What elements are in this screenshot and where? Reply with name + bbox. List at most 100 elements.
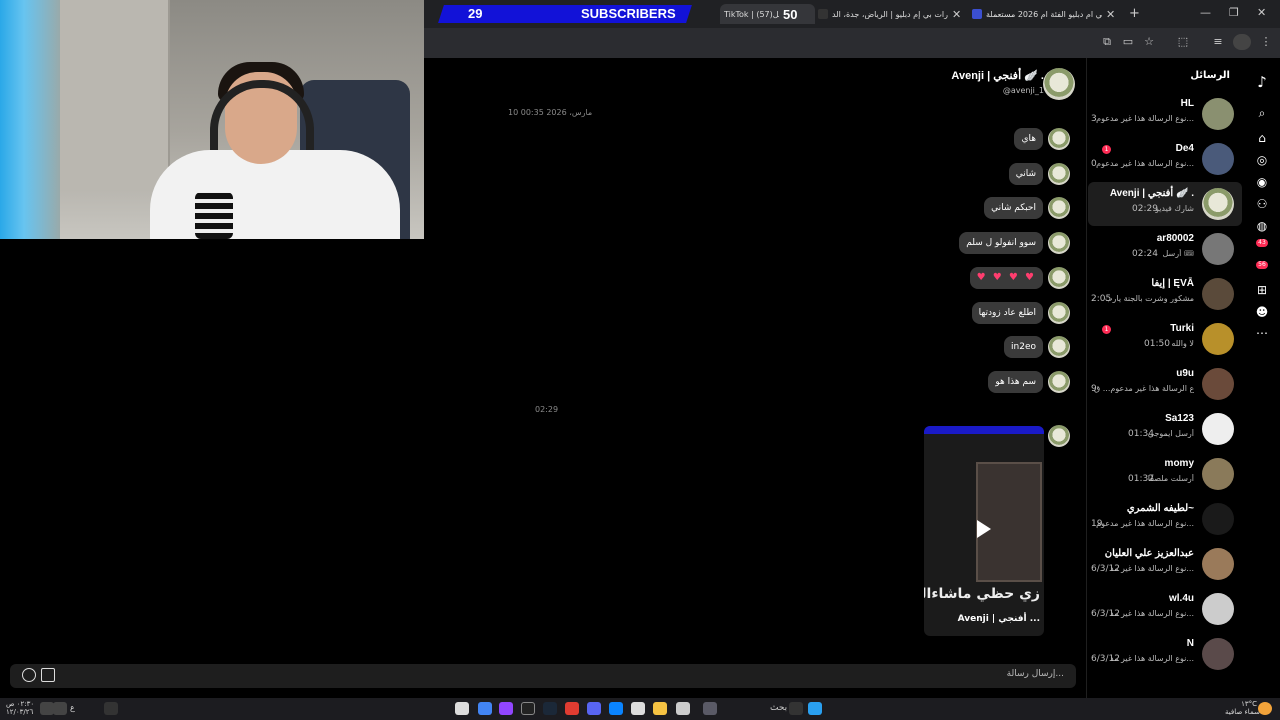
taskbar-app-icon[interactable] bbox=[565, 702, 579, 715]
taskbar-search[interactable]: بحث bbox=[770, 703, 787, 713]
conversation-preview: لا والله bbox=[1171, 339, 1194, 348]
maximize-button[interactable]: ❐ bbox=[1229, 6, 1239, 19]
conversation-item[interactable]: N نوع الرسالة هذا غير مد... 6/3/12 bbox=[1088, 632, 1242, 676]
taskbar-app-icon[interactable] bbox=[676, 702, 690, 715]
search-icon[interactable] bbox=[789, 702, 803, 715]
conversation-item[interactable]: HL نوع الرسالة هذا غير مدعوم... 3 bbox=[1088, 92, 1242, 136]
profile-icon[interactable]: ☻ bbox=[1254, 304, 1270, 320]
message-avatar[interactable] bbox=[1048, 197, 1070, 219]
conversation-time: 6/3/12 bbox=[1091, 564, 1120, 574]
reading-list-icon[interactable]: ≡ bbox=[1211, 35, 1225, 49]
bookmark-star-icon[interactable]: ☆ bbox=[1142, 35, 1156, 49]
discord-icon[interactable] bbox=[587, 702, 601, 715]
conversation-preview: أرسلت ملصقًا bbox=[1147, 474, 1194, 483]
chat-timestamp: 02:29 bbox=[535, 405, 559, 414]
conversation-avatar bbox=[1202, 413, 1234, 445]
conversation-item[interactable]: Sa123 أرسل ايموجي 01:34 bbox=[1088, 407, 1242, 451]
close-window-button[interactable]: ✕ bbox=[1257, 6, 1266, 19]
message-bubble[interactable]: سوو انفولو ل سلم bbox=[959, 232, 1043, 254]
shared-video-card[interactable]: زي حظي ماشاءالله Avenji | أفنجي ... bbox=[924, 426, 1044, 636]
message-bubble-hearts[interactable]: ♥ ♥ ♥ ♥ bbox=[969, 267, 1043, 289]
menu-kebab-icon[interactable]: ⋮ bbox=[1259, 35, 1273, 49]
tab-bmw-used[interactable]: سيارات بي ام دبليو الفئة ام 2026 مستعملة… bbox=[972, 4, 1117, 24]
conversation-item[interactable]: عبدالعزيز علي العليان نوع الرسالة هذا غي… bbox=[1088, 542, 1242, 586]
conversation-item[interactable]: wl.4u نوع الرسالة هذا غير مد... 6/3/12 bbox=[1088, 587, 1242, 631]
friends-icon[interactable]: ⚇ bbox=[1254, 196, 1270, 212]
conversation-item[interactable]: لطيفه الشمري~ نوع الرسالة هذا غير مدعوم.… bbox=[1088, 497, 1242, 541]
conversation-preview: مشكور وشرت بالجنة يارب bbox=[1104, 294, 1194, 303]
message-bubble[interactable]: احبكم شاني bbox=[984, 197, 1043, 219]
windows-start-icon[interactable] bbox=[808, 702, 822, 715]
conversation-time: 02:29 bbox=[1132, 204, 1158, 214]
conversation-name: HL bbox=[1180, 98, 1194, 109]
image-upload-icon[interactable] bbox=[41, 668, 55, 682]
network-icon[interactable] bbox=[53, 702, 67, 715]
taskbar-clock[interactable]: ٠٢:٣٠ ص ١٢/٠٣/٢٦ bbox=[6, 700, 34, 716]
conversation-name: Sa123 bbox=[1165, 413, 1194, 424]
extensions-icon[interactable]: ⬚ bbox=[1176, 35, 1190, 49]
following-icon[interactable]: ◉ bbox=[1254, 174, 1270, 190]
live-icon[interactable]: ◍ bbox=[1254, 218, 1270, 234]
weather-widget[interactable]: ١٣°C سماء صافية bbox=[1225, 700, 1260, 716]
profile-avatar[interactable] bbox=[1233, 34, 1251, 50]
message-avatar[interactable] bbox=[1048, 163, 1070, 185]
conversation-preview: نوع الرسالة هذا غير مد... bbox=[1109, 564, 1194, 573]
taskbar-app-icon[interactable] bbox=[499, 702, 513, 715]
conversation-item-active[interactable]: Avenji | أفنجي 🪽 . شارك فيديو 02:29 bbox=[1088, 182, 1242, 226]
minimize-button[interactable]: — bbox=[1200, 6, 1211, 19]
chevron-up-icon[interactable] bbox=[104, 702, 118, 715]
conversation-preview: شارك فيديو bbox=[1155, 204, 1194, 213]
new-tab-button[interactable]: + bbox=[1129, 6, 1140, 21]
explore-icon[interactable]: ◎ bbox=[1254, 152, 1270, 168]
upload-icon[interactable]: ⊞ bbox=[1254, 282, 1270, 298]
emoji-icon[interactable] bbox=[22, 668, 36, 682]
subscriber-label: SUBSCRIBERS bbox=[581, 6, 676, 21]
tiktok-logo-icon[interactable]: ♪ bbox=[1254, 74, 1270, 90]
message-avatar[interactable] bbox=[1048, 425, 1070, 447]
steam-icon[interactable] bbox=[543, 702, 557, 715]
message-avatar[interactable] bbox=[1048, 232, 1070, 254]
message-bubble[interactable]: سم هذا هو bbox=[988, 371, 1043, 393]
chrome-icon[interactable] bbox=[478, 702, 492, 715]
conversation-item[interactable]: De4 نوع الرسالة هذا غير مدعوم... 0 1 bbox=[1088, 137, 1242, 181]
install-app-icon[interactable]: ▭ bbox=[1121, 35, 1135, 49]
taskbar-app-icon[interactable] bbox=[455, 702, 469, 715]
message-bubble[interactable]: اطلع عاد زودتها bbox=[971, 302, 1043, 324]
home-icon[interactable]: ⌂ bbox=[1254, 130, 1270, 146]
speaker-icon[interactable] bbox=[40, 702, 54, 715]
file-explorer-icon[interactable] bbox=[653, 702, 667, 715]
conversation-item[interactable]: ar80002 أرسل 🎟 02:24 bbox=[1088, 227, 1242, 271]
contact-name: Avenji | أفنجي 🪽 . bbox=[951, 70, 1044, 82]
translate-icon[interactable]: ⧉ bbox=[1100, 35, 1114, 49]
conversation-item[interactable]: u9u نوع الرسالة هذا غير مدعوم... ق 9 bbox=[1088, 362, 1242, 406]
conversation-preview: نوع الرسالة هذا غير مد... bbox=[1109, 654, 1194, 663]
conversation-item[interactable]: momy أرسلت ملصقًا 01:32 bbox=[1088, 452, 1242, 496]
store-icon[interactable] bbox=[631, 702, 645, 715]
play-icon[interactable] bbox=[977, 520, 991, 538]
message-avatar[interactable] bbox=[1048, 267, 1070, 289]
video-caption: زي حظي ماشاءالله bbox=[924, 586, 1040, 602]
edge-icon[interactable] bbox=[609, 702, 623, 715]
close-tab-icon[interactable]: ✕ bbox=[1106, 8, 1115, 21]
conversation-item[interactable]: Turki لا والله 01:50 1 bbox=[1088, 317, 1242, 361]
conversation-name: Turki bbox=[1170, 323, 1194, 334]
conversation-name: لطيفه الشمري~ bbox=[1126, 503, 1194, 514]
tab-tiktok[interactable]: TikTok | (57)الرسائل 50 bbox=[720, 4, 815, 24]
conversation-item[interactable]: إيفا | ĘVĀ مشكور وشرت بالجنة يارب 2:05 bbox=[1088, 272, 1242, 316]
tab-bmw-offers[interactable]: عروض سيارات بي إم دبليو | الرياض، جدة، ا… bbox=[818, 4, 966, 24]
message-avatar[interactable] bbox=[1048, 336, 1070, 358]
contact-avatar[interactable] bbox=[1043, 68, 1075, 100]
message-avatar[interactable] bbox=[1048, 371, 1070, 393]
taskbar-app-icon[interactable] bbox=[521, 702, 535, 715]
message-avatar[interactable] bbox=[1048, 302, 1070, 324]
message-bubble[interactable]: شاني bbox=[1008, 163, 1043, 185]
search-icon[interactable]: ⌕ bbox=[1254, 105, 1270, 121]
taskbar-app-icon[interactable] bbox=[703, 702, 717, 715]
message-bubble[interactable]: هاي bbox=[1014, 128, 1043, 150]
language-indicator[interactable]: ع bbox=[70, 703, 75, 712]
message-avatar[interactable] bbox=[1048, 128, 1070, 150]
message-bubble[interactable]: in2eo bbox=[1004, 336, 1043, 358]
close-tab-icon[interactable]: ✕ bbox=[952, 8, 961, 21]
message-composer[interactable]: إرسال رسالة... bbox=[10, 664, 1076, 688]
more-icon[interactable]: ⋯ bbox=[1254, 325, 1270, 341]
